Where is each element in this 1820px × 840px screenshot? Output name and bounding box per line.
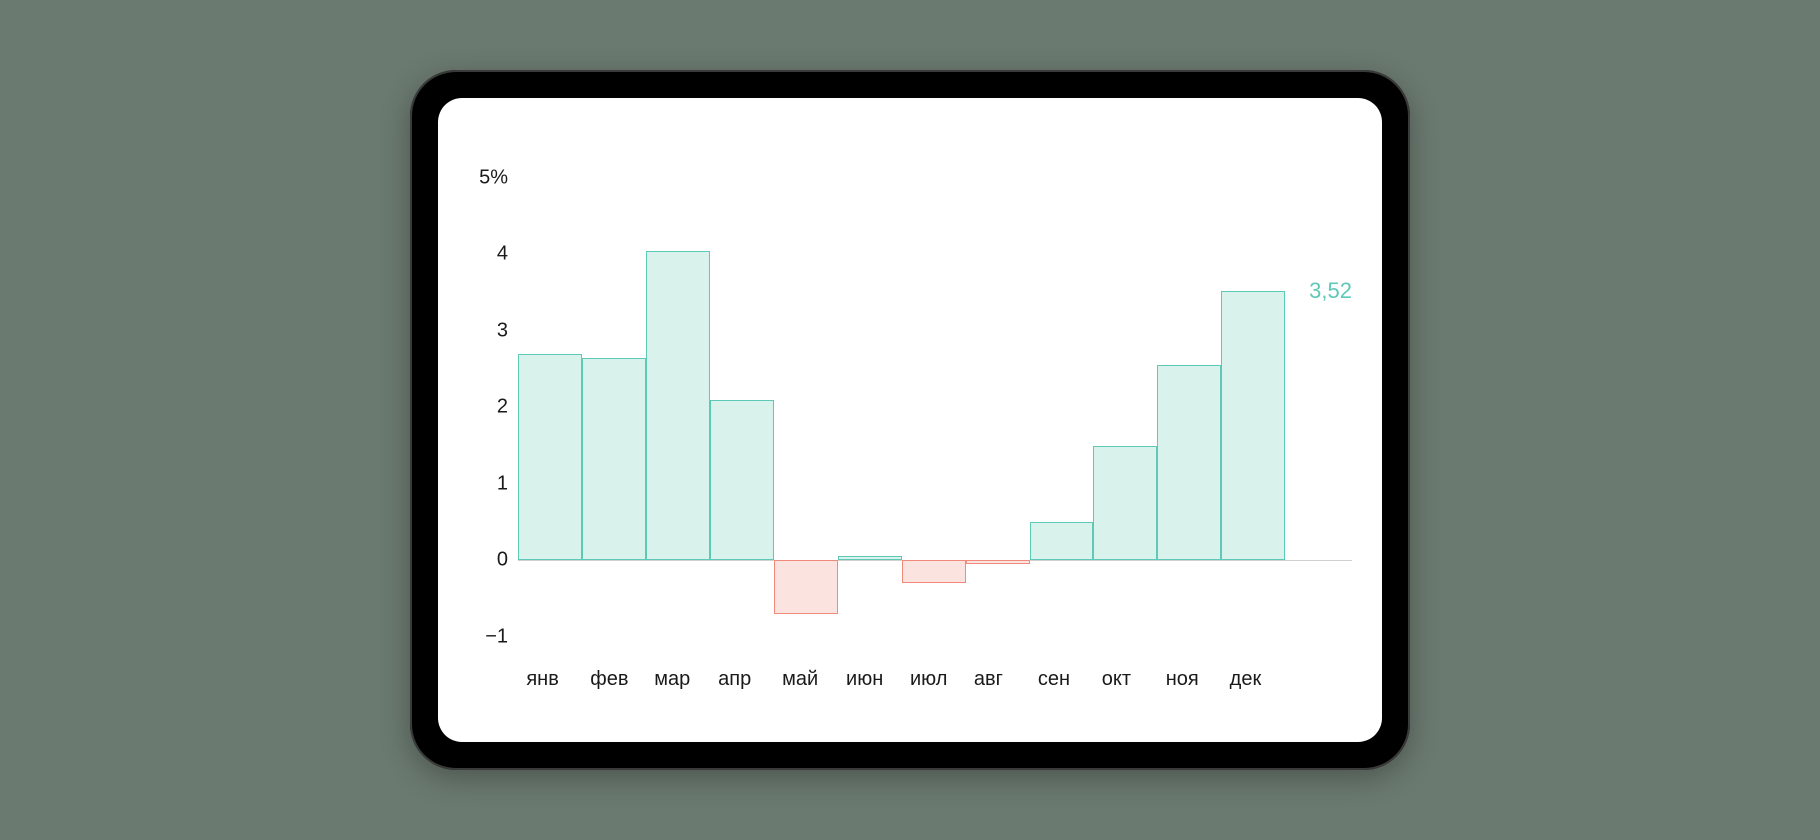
bar <box>518 354 582 560</box>
x-tick-label: мар <box>654 668 690 691</box>
x-axis: янв фев мар апр май июн июл авг сен окт ноя дек <box>518 668 1352 698</box>
y-tick-label: 1 <box>497 472 508 495</box>
x-tick-label: ноя <box>1166 668 1199 691</box>
bar <box>1030 522 1094 560</box>
x-tick-label: окт <box>1102 668 1131 691</box>
plot-area <box>518 178 1352 652</box>
y-tick-label: 4 <box>497 243 508 266</box>
end-value-label: 3,52 <box>1309 278 1352 304</box>
y-tick-label: 0 <box>497 549 508 572</box>
bar <box>1093 446 1157 561</box>
bar-chart: 5%43210−1 янвфевмарапрмайиюниюлавгсенокт… <box>468 178 1352 652</box>
bar <box>582 358 646 561</box>
y-tick-label: 3 <box>497 319 508 342</box>
bar <box>1221 291 1285 560</box>
x-tick-label: янв <box>526 668 559 691</box>
x-tick-label: апр <box>718 668 751 691</box>
bar <box>710 400 774 561</box>
y-tick-label: 5% <box>479 167 508 190</box>
y-tick-label: −1 <box>485 625 508 648</box>
x-tick-label: дек <box>1230 668 1262 691</box>
bar <box>838 556 902 560</box>
bar <box>966 560 1030 564</box>
bar <box>902 560 966 583</box>
x-tick-label: июн <box>846 668 883 691</box>
x-tick-label: июл <box>910 668 947 691</box>
x-tick-label: авг <box>974 668 1003 691</box>
bar <box>646 251 710 561</box>
tablet-screen: 5% 4 3 2 1 0 −1 янв фев мар апр май июн июл авг сен окт… <box>438 98 1382 742</box>
y-tick-label: 2 <box>497 396 508 419</box>
y-axis: 5%43210−1 <box>468 178 514 652</box>
x-tick-label: сен <box>1038 668 1070 691</box>
x-tick-label: май <box>782 668 818 691</box>
tablet-frame: 5% 4 3 2 1 0 −1 янв фев мар апр май июн июл авг сен окт… <box>410 70 1410 770</box>
x-tick-label: фев <box>590 668 628 691</box>
bar <box>1157 365 1221 560</box>
bar <box>774 560 838 614</box>
